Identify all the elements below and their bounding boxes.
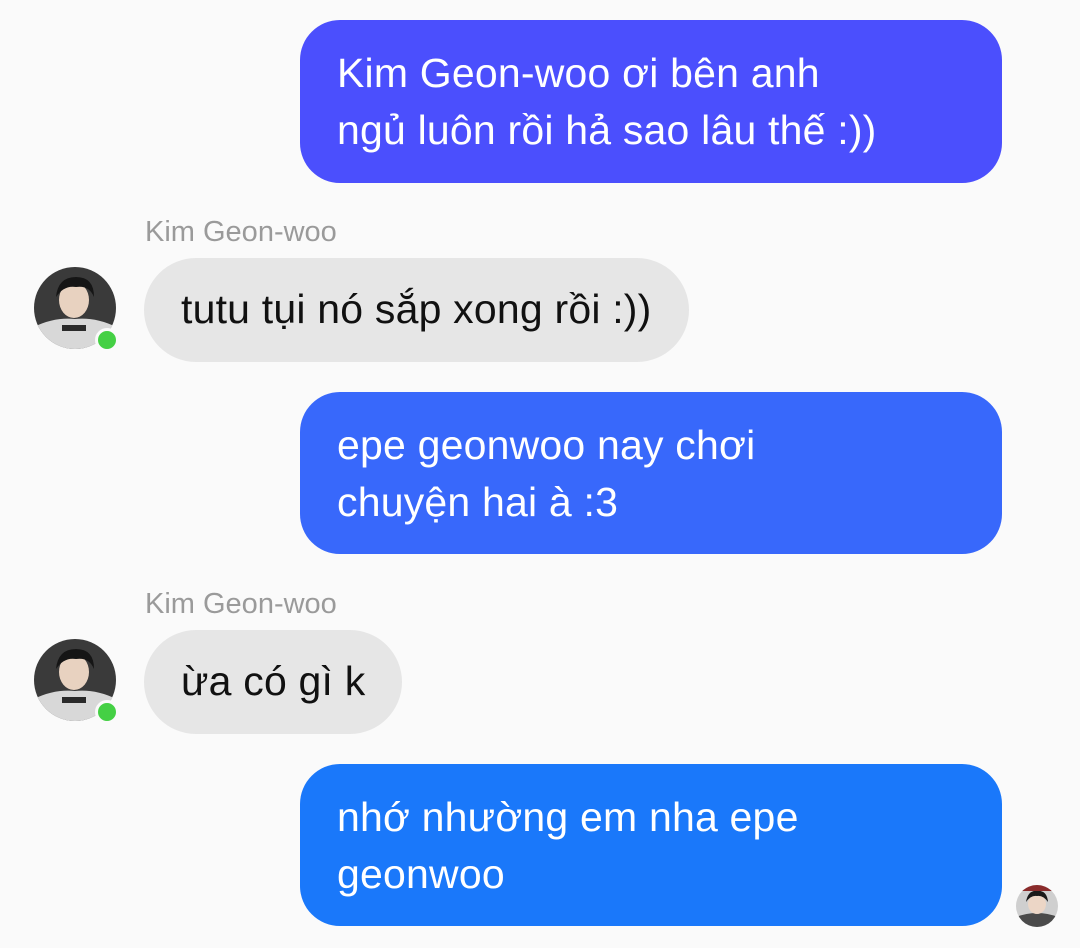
message-text-line: epe geonwoo nay chơi (337, 422, 756, 468)
outgoing-message-bubble[interactable]: epe geonwoo nay chơi chuyện hai à :3 (300, 392, 1002, 554)
message-text-line: ngủ luôn rồi hả sao lâu thế :)) (337, 107, 877, 153)
incoming-message-bubble[interactable]: tutu tụi nó sắp xong rồi :)) (144, 258, 689, 362)
message-text-line: geonwoo (337, 851, 505, 897)
sender-name: Kim Geon-woo (145, 216, 337, 248)
incoming-message-bubble[interactable]: ừa có gì k (144, 630, 403, 734)
message-text-line: nhớ nhường em nha epe (337, 794, 799, 840)
chat-thread: Kim Geon-woo ơi bên anh ngủ luôn rồi hả … (0, 0, 1080, 948)
outgoing-message-bubble[interactable]: Kim Geon-woo ơi bên anh ngủ luôn rồi hả … (300, 20, 1002, 183)
message-text: ừa có gì k (181, 658, 366, 704)
outgoing-message-bubble[interactable]: nhớ nhường em nha epe geonwoo (300, 764, 1002, 926)
contact-avatar[interactable] (34, 639, 119, 724)
online-status-dot (95, 328, 119, 352)
online-status-dot (95, 700, 119, 724)
message-text: tutu tụi nó sắp xong rồi :)) (181, 286, 652, 332)
message-text-line: Kim Geon-woo ơi bên anh (337, 50, 820, 96)
contact-avatar[interactable] (34, 267, 119, 352)
seen-indicator (1016, 885, 1058, 927)
sender-name: Kim Geon-woo (145, 588, 337, 620)
message-text-line: chuyện hai à :3 (337, 479, 619, 525)
seen-avatar-icon (1016, 885, 1058, 927)
